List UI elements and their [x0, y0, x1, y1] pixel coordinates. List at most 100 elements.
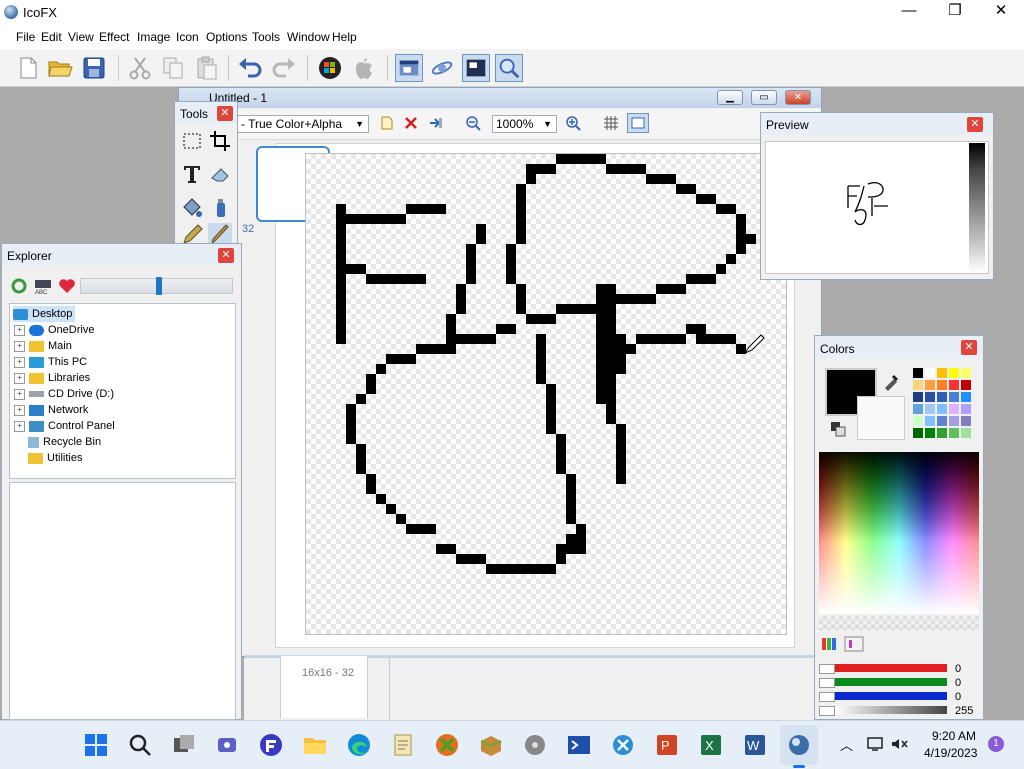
- task-view-icon[interactable]: [171, 732, 197, 758]
- word-icon[interactable]: W: [742, 732, 768, 758]
- network-tray-icon[interactable]: [866, 736, 886, 752]
- red-slider[interactable]: [835, 664, 947, 672]
- color-swatch[interactable]: [925, 404, 935, 414]
- tree-item-this-pc[interactable]: + This PC: [14, 354, 87, 370]
- color-swatch[interactable]: [925, 368, 935, 378]
- windows-icon-mode-icon[interactable]: [395, 54, 423, 82]
- color-swatch[interactable]: [949, 368, 959, 378]
- drawing-canvas[interactable]: [305, 153, 787, 635]
- redo-icon[interactable]: [270, 54, 298, 82]
- powershell-icon[interactable]: [566, 732, 592, 758]
- color-swatch[interactable]: [913, 428, 923, 438]
- select-rectangle-icon[interactable]: [180, 129, 204, 153]
- preview-background-picker[interactable]: [969, 143, 985, 272]
- cut-icon[interactable]: [126, 54, 154, 82]
- file-explorer-alt-icon[interactable]: [258, 732, 284, 758]
- copy-icon[interactable]: [159, 54, 187, 82]
- blue-slider[interactable]: [835, 692, 947, 700]
- search-icon[interactable]: [127, 732, 153, 758]
- secondary-color-swatch[interactable]: [857, 396, 905, 440]
- file-list[interactable]: [9, 482, 236, 720]
- tree-item-control-panel[interactable]: + Control Panel: [14, 418, 115, 434]
- save-icon[interactable]: [80, 54, 108, 82]
- color-mode-select[interactable]: - True Color+Alpha ▼: [237, 115, 369, 133]
- clock-date[interactable]: 4/19/2023: [924, 746, 977, 760]
- color-swatch[interactable]: [925, 416, 935, 426]
- open-folder-icon[interactable]: [46, 54, 74, 82]
- menu-window[interactable]: Window: [287, 30, 330, 44]
- green-slider[interactable]: [835, 678, 947, 686]
- color-swatch[interactable]: [937, 428, 947, 438]
- notepad-icon[interactable]: [390, 732, 416, 758]
- alpha-slider[interactable]: [835, 706, 947, 714]
- color-swatch[interactable]: [961, 428, 971, 438]
- folder-taskbar-icon[interactable]: [302, 732, 328, 758]
- color-spectrum[interactable]: [819, 452, 979, 614]
- color-swatch[interactable]: [913, 416, 923, 426]
- magnifier-icon[interactable]: [495, 54, 523, 82]
- color-swatch[interactable]: [949, 428, 959, 438]
- color-swatch[interactable]: [913, 368, 923, 378]
- color-swatch[interactable]: [961, 380, 971, 390]
- eraser-icon[interactable]: [208, 162, 232, 186]
- tree-item-cd-drive[interactable]: + CD Drive (D:): [14, 386, 114, 402]
- menu-help[interactable]: Help: [332, 30, 357, 44]
- fill-bucket-icon[interactable]: [180, 195, 204, 219]
- spray-icon[interactable]: [208, 195, 232, 219]
- preview-toggle-icon[interactable]: [462, 54, 490, 82]
- clock-time[interactable]: 9:20 AM: [932, 729, 976, 743]
- color-swatch[interactable]: [949, 404, 959, 414]
- tree-item-main[interactable]: + Main: [14, 338, 72, 354]
- color-swatch[interactable]: [925, 428, 935, 438]
- icofx-taskbar-icon[interactable]: [786, 732, 812, 758]
- maximize-button[interactable]: ❐: [932, 0, 978, 24]
- menu-edit[interactable]: Edit: [41, 30, 62, 44]
- crop-icon[interactable]: [208, 129, 232, 153]
- color-swatch[interactable]: [961, 392, 971, 402]
- menu-tools[interactable]: Tools: [252, 30, 280, 44]
- tree-item-utilities[interactable]: Utilities: [28, 450, 82, 466]
- menu-image[interactable]: Image: [137, 30, 170, 44]
- color-swatch[interactable]: [925, 380, 935, 390]
- notification-badge[interactable]: 1: [988, 736, 1004, 752]
- tree-item-desktop[interactable]: Desktop: [13, 306, 76, 322]
- teams-icon[interactable]: [214, 732, 240, 758]
- start-button-icon[interactable]: [83, 732, 109, 758]
- color-swatch[interactable]: [961, 404, 971, 414]
- powerpoint-icon[interactable]: P: [654, 732, 680, 758]
- color-swatch[interactable]: [925, 392, 935, 402]
- color-swatch[interactable]: [937, 368, 947, 378]
- favorites-icon[interactable]: [58, 277, 76, 295]
- volume-muted-icon[interactable]: [890, 736, 910, 752]
- minimize-button[interactable]: —: [886, 0, 932, 24]
- text-tool-icon[interactable]: [180, 162, 204, 186]
- chevron-up-icon[interactable]: ︿: [840, 735, 853, 754]
- delete-image-icon[interactable]: [403, 115, 419, 131]
- explorer-close-button[interactable]: ✕: [218, 248, 234, 263]
- tree-item-recycle-bin[interactable]: Recycle Bin: [28, 434, 101, 450]
- color-swatch[interactable]: [913, 404, 923, 414]
- menu-options[interactable]: Options: [206, 30, 247, 44]
- alpha-strip[interactable]: [819, 616, 979, 630]
- color-swatch[interactable]: [937, 404, 947, 414]
- color-swatch[interactable]: [949, 416, 959, 426]
- colors-close-button[interactable]: ✕: [961, 340, 977, 355]
- app-x-icon[interactable]: [434, 732, 460, 758]
- grid-icon[interactable]: [603, 115, 619, 131]
- color-swatch[interactable]: [913, 380, 923, 390]
- thumbnail-size-slider[interactable]: [80, 277, 233, 295]
- import-image-icon[interactable]: [428, 115, 444, 131]
- zoom-in-icon[interactable]: [565, 115, 581, 131]
- color-swatch[interactable]: [937, 380, 947, 390]
- zoom-out-icon[interactable]: [465, 115, 481, 131]
- new-image-icon[interactable]: [379, 115, 395, 131]
- palette-icon[interactable]: [821, 635, 865, 653]
- undo-icon[interactable]: [236, 54, 264, 82]
- slider-thumb[interactable]: [156, 277, 162, 295]
- menu-icon[interactable]: Icon: [176, 30, 199, 44]
- pixel-grid-toggle-icon[interactable]: [627, 113, 649, 133]
- edge-icon[interactable]: [346, 732, 372, 758]
- new-file-icon[interactable]: [14, 54, 42, 82]
- zoom-select[interactable]: 1000% ▼: [492, 115, 557, 133]
- excel-icon[interactable]: X: [698, 732, 724, 758]
